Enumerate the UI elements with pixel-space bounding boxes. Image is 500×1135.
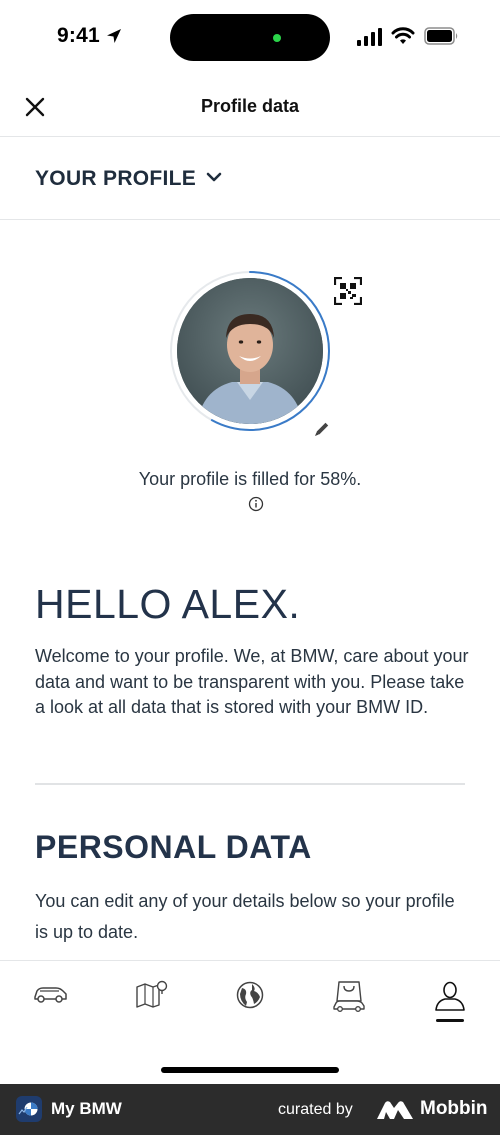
mobbin-brand-name: Mobbin bbox=[420, 1098, 488, 1119]
home-indicator[interactable] bbox=[161, 1067, 339, 1073]
tab-vehicle[interactable] bbox=[30, 979, 70, 1019]
bottom-tab-bar bbox=[0, 960, 500, 1084]
shop-icon bbox=[333, 981, 365, 1012]
edit-pencil-icon[interactable] bbox=[313, 420, 331, 438]
mobbin-logo-icon bbox=[377, 1101, 413, 1119]
active-tab-indicator bbox=[436, 1019, 464, 1022]
profile-avatar-container bbox=[168, 269, 332, 433]
camera-indicator-icon bbox=[273, 34, 281, 42]
footer-banner: My BMW curated by Mobbin bbox=[0, 1084, 500, 1135]
battery-icon bbox=[424, 27, 458, 45]
qr-code-icon[interactable] bbox=[334, 277, 362, 305]
profile-selector-dropdown[interactable]: YOUR PROFILE bbox=[0, 137, 500, 220]
status-time: 9:41 bbox=[57, 24, 100, 47]
chevron-down-icon bbox=[206, 172, 222, 182]
curated-by-label: curated by bbox=[278, 1101, 353, 1118]
dynamic-island bbox=[170, 14, 330, 61]
app-icon bbox=[16, 1096, 42, 1122]
section-divider bbox=[35, 783, 465, 785]
tab-map[interactable] bbox=[131, 979, 171, 1019]
bmw-logo-icon bbox=[18, 1102, 38, 1116]
wifi-icon bbox=[391, 27, 415, 44]
car-icon bbox=[34, 987, 67, 1003]
page-title: Profile data bbox=[200, 96, 300, 116]
tab-shop[interactable] bbox=[329, 979, 369, 1019]
profile-fill-status: Your profile is filled for 58%. bbox=[138, 469, 362, 489]
tab-profile[interactable] bbox=[430, 979, 470, 1019]
nav-header: Profile data bbox=[0, 74, 500, 137]
cellular-signal-icon bbox=[357, 28, 382, 46]
personal-data-description: You can edit any of your details below s… bbox=[35, 891, 455, 942]
profile-icon bbox=[435, 981, 465, 1011]
tab-discover[interactable] bbox=[230, 979, 270, 1019]
app-name: My BMW bbox=[51, 1099, 122, 1118]
avatar[interactable] bbox=[177, 278, 323, 424]
avatar-photo-image bbox=[177, 278, 323, 424]
location-arrow-icon bbox=[107, 29, 121, 43]
profile-selector-label: YOUR PROFILE bbox=[35, 167, 197, 190]
greeting-title: HELLO ALEX. bbox=[35, 581, 301, 627]
status-bar: 9:41 bbox=[0, 0, 500, 74]
greeting-body: Welcome to your profile. We, at BMW, car… bbox=[35, 646, 469, 717]
map-icon bbox=[136, 980, 168, 1008]
personal-data-title: PERSONAL DATA bbox=[35, 829, 312, 865]
info-icon[interactable] bbox=[248, 496, 264, 512]
globe-icon bbox=[236, 981, 264, 1009]
